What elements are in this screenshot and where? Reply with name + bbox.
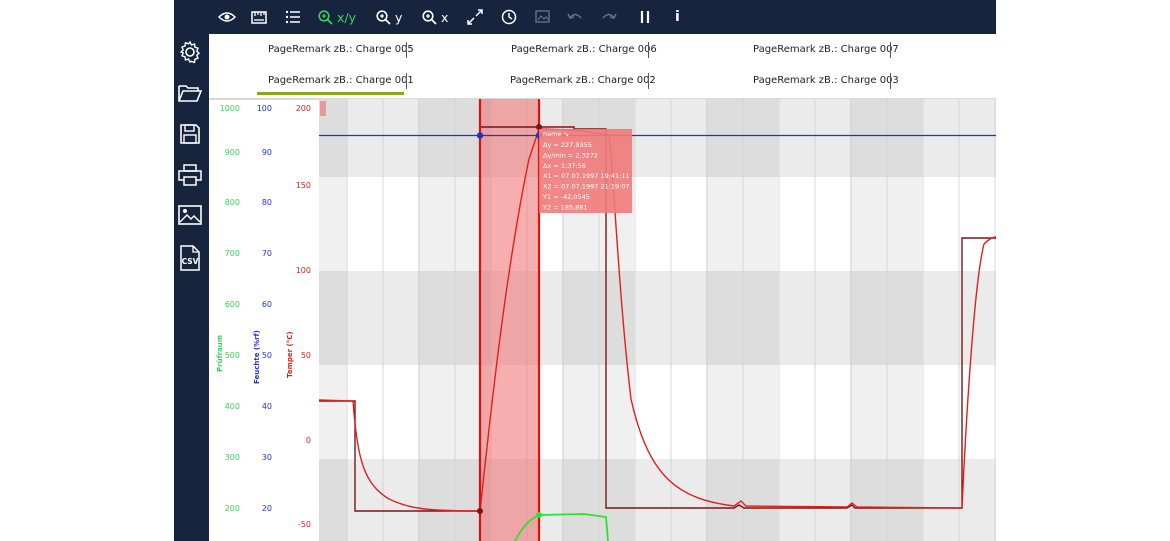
temper-tick-label: 0 bbox=[305, 436, 311, 445]
plot-column-shade bbox=[850, 99, 922, 541]
tab-charge-003[interactable]: PageRemark zB.: Charge 003 bbox=[753, 75, 899, 86]
zoom-x-label: x bbox=[441, 9, 449, 25]
cursor-point bbox=[536, 512, 542, 518]
image-settings-icon bbox=[535, 9, 551, 25]
zoom-xy-button[interactable]: x/y bbox=[318, 6, 356, 28]
temper-tick-label: 150 bbox=[295, 181, 311, 190]
prufraum-tick-label: 800 bbox=[224, 198, 240, 207]
settings-button[interactable] bbox=[176, 40, 204, 68]
pause-icon bbox=[639, 10, 651, 24]
prufraum-tick-label: 600 bbox=[224, 300, 240, 309]
plot-column-shade bbox=[706, 99, 778, 541]
cursor-info-line: Y2 = 185,881 bbox=[542, 203, 588, 211]
zoom-y-label: y bbox=[395, 9, 403, 25]
csv-icon: CSV bbox=[179, 245, 201, 271]
cursor-point bbox=[476, 132, 484, 139]
plot-column-shade bbox=[319, 99, 347, 541]
tab-divider bbox=[890, 42, 891, 58]
print-icon bbox=[178, 163, 202, 191]
redo-button[interactable] bbox=[601, 6, 617, 28]
cursor-selection-range bbox=[480, 99, 539, 541]
axis-settings-button[interactable] bbox=[251, 6, 267, 28]
prufraum-tick-label: 300 bbox=[224, 453, 240, 462]
feuchte-tick-label: 60 bbox=[261, 300, 272, 309]
temper-axis-title: Temper (°C) bbox=[286, 331, 294, 378]
zoom-y-button[interactable]: y bbox=[376, 6, 402, 28]
cursor-info-title: name ↘ bbox=[543, 130, 569, 138]
image-button[interactable] bbox=[176, 203, 204, 231]
tab-divider bbox=[890, 73, 891, 89]
save-icon bbox=[179, 123, 201, 150]
tab-charge-002[interactable]: PageRemark zB.: Charge 002 bbox=[510, 75, 656, 86]
temper-tick-label: 100 bbox=[295, 266, 311, 275]
prufraum-tick-label: 900 bbox=[224, 148, 240, 157]
csv-export-button[interactable]: CSV bbox=[176, 244, 204, 272]
cursor-info-line: Δy = 227,9355 bbox=[543, 141, 592, 149]
legend-list-button[interactable] bbox=[285, 6, 301, 28]
undo-icon bbox=[567, 10, 583, 24]
prufraum-tick-label: 200 bbox=[224, 504, 240, 513]
cursor-info-line: Δx = 1:37:56 bbox=[543, 162, 586, 170]
prufraum-tick-label: 1000 bbox=[219, 104, 240, 113]
feuchte-tick-label: 100 bbox=[256, 104, 272, 113]
visibility-button[interactable] bbox=[218, 6, 236, 28]
pause-button[interactable] bbox=[639, 6, 651, 28]
zoom-x-button[interactable]: x bbox=[422, 6, 448, 28]
feuchte-tick-label: 20 bbox=[261, 504, 272, 513]
tab-charge-007[interactable]: PageRemark zB.: Charge 007 bbox=[753, 44, 899, 55]
tab-charge-005[interactable]: PageRemark zB.: Charge 005 bbox=[268, 44, 414, 55]
zoom-in-icon bbox=[318, 9, 333, 25]
tab-divider bbox=[648, 73, 649, 89]
time-button[interactable] bbox=[501, 6, 517, 28]
cursor-info-line: X2 = 07.07.1997 21:19:07 bbox=[543, 183, 630, 191]
feuchte-tick-label: 90 bbox=[261, 148, 272, 157]
feuchte-tick-label: 30 bbox=[261, 453, 272, 462]
tab-divider bbox=[406, 73, 407, 89]
redo-icon bbox=[601, 10, 617, 24]
ruler-icon bbox=[251, 9, 267, 25]
scroll-marker bbox=[320, 101, 326, 116]
feuchte-axis-title: Feuchte (%rf) bbox=[253, 330, 261, 384]
fit-all-button[interactable] bbox=[467, 6, 483, 28]
list-icon bbox=[285, 10, 301, 24]
cursor-info-line: Δy/min = 2,3272 bbox=[543, 151, 598, 159]
cursor-point bbox=[477, 508, 483, 514]
cursor-info-line: X1 = 07.07.1997 19:41:11 bbox=[543, 172, 630, 180]
gear-icon bbox=[178, 40, 202, 69]
cursor-info-line: Y1 = -42,0545 bbox=[542, 193, 590, 201]
zoom-in-icon bbox=[376, 9, 391, 25]
undo-button[interactable] bbox=[567, 6, 583, 28]
image-icon bbox=[178, 204, 202, 230]
prufraum-tick-label: 700 bbox=[224, 249, 240, 258]
tab-divider bbox=[648, 42, 649, 58]
temper-tick-label: 200 bbox=[295, 104, 311, 113]
tab-charge-006[interactable]: PageRemark zB.: Charge 006 bbox=[511, 44, 657, 55]
info-button[interactable]: i bbox=[675, 6, 680, 28]
open-file-button[interactable] bbox=[176, 81, 204, 109]
clock-icon bbox=[501, 9, 517, 25]
info-icon: i bbox=[675, 9, 680, 25]
temper-tick-label: -50 bbox=[297, 520, 311, 529]
zoom-in-icon bbox=[422, 9, 437, 25]
prufraum-axis-title: Prüfraum bbox=[216, 334, 224, 372]
expand-icon bbox=[467, 9, 483, 25]
folder-open-icon bbox=[178, 83, 203, 108]
print-button[interactable] bbox=[176, 163, 204, 191]
feuchte-tick-label: 80 bbox=[261, 198, 272, 207]
image-export-button[interactable] bbox=[535, 6, 551, 28]
tab-divider bbox=[406, 42, 407, 58]
prufraum-tick-label: 400 bbox=[224, 402, 240, 411]
feuchte-tick-label: 70 bbox=[261, 249, 272, 258]
zoom-xy-label: x/y bbox=[337, 9, 357, 25]
feuchte-tick-label: 40 bbox=[261, 402, 272, 411]
active-tab-indicator bbox=[257, 92, 404, 95]
save-button[interactable] bbox=[176, 122, 204, 150]
cursor-info-box: name ↘ Δy = 227,9355 Δy/min = 2,3272 Δx = … bbox=[539, 129, 632, 213]
tab-charge-001[interactable]: PageRemark zB.: Charge 001 bbox=[268, 75, 414, 86]
chart-plot-area[interactable]: name ↘ Δy = 227,9355 Δy/min = 2,3272 Δx = … bbox=[319, 99, 996, 541]
eye-icon bbox=[218, 10, 236, 24]
csv-label: CSV bbox=[181, 257, 199, 266]
